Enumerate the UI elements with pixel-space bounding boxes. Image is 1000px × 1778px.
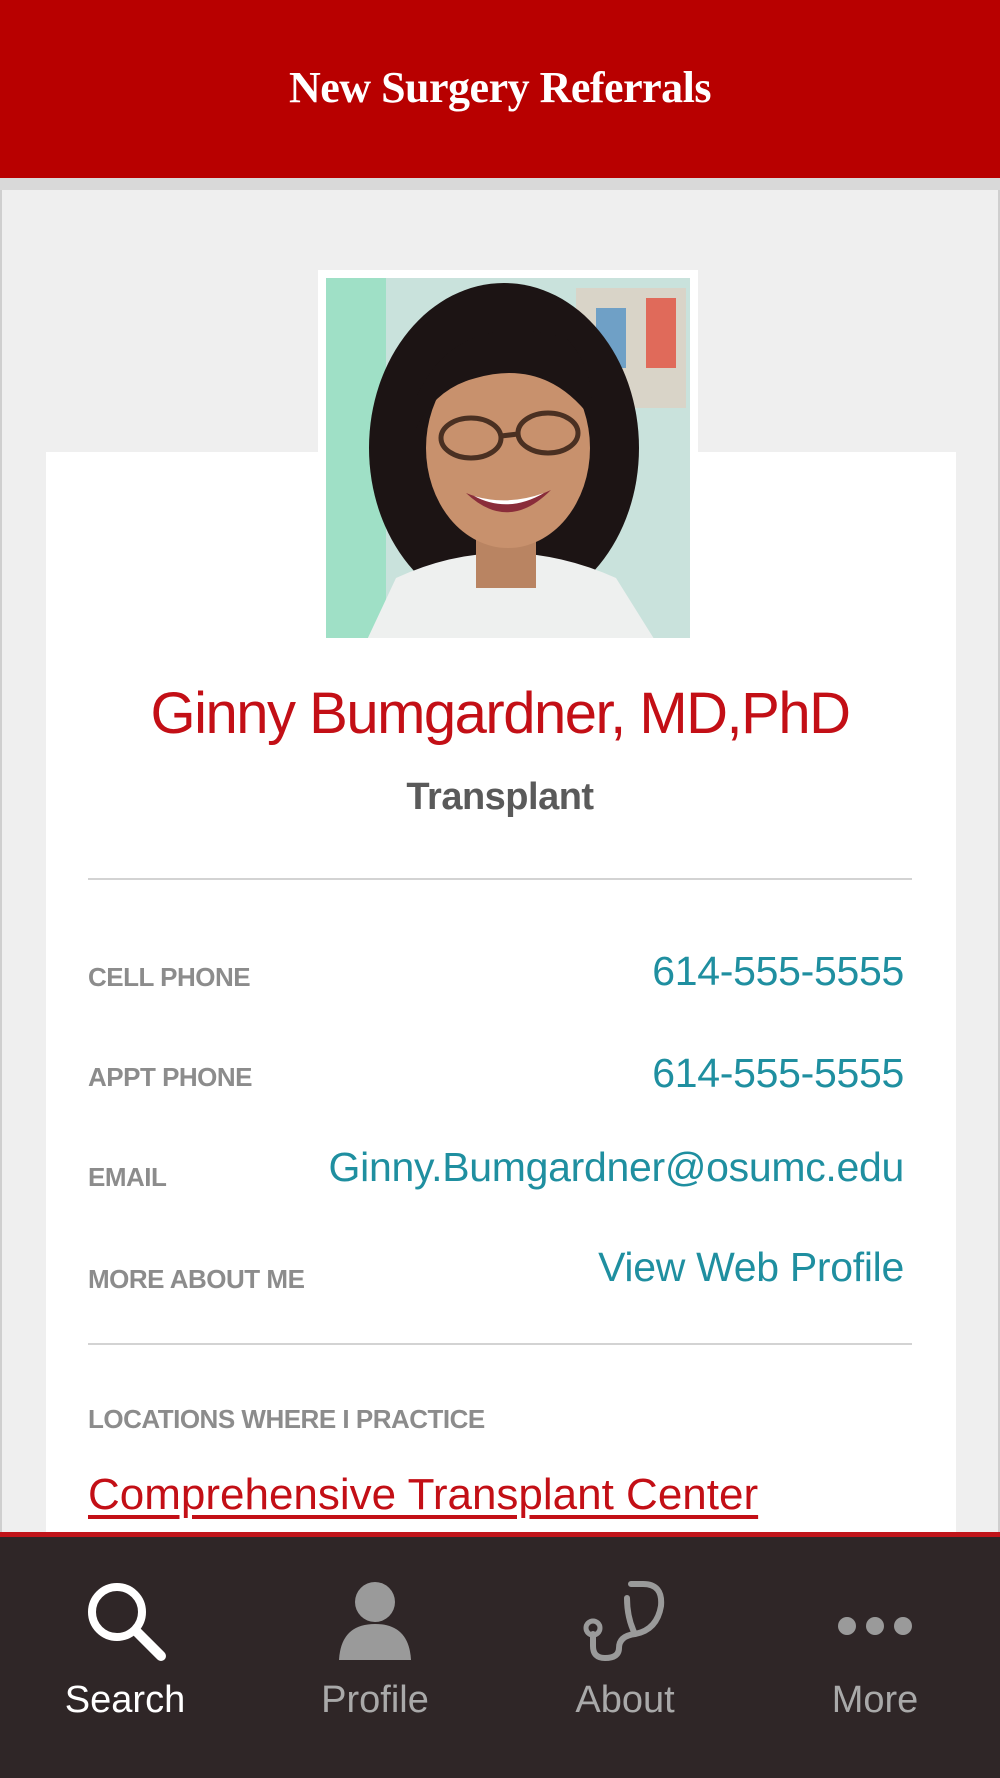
- doctor-specialty: Transplant: [406, 776, 594, 818]
- cell-phone-label: CELL PHONE: [88, 962, 251, 992]
- email-link[interactable]: Ginny.Bumgardner@osumc.edu: [329, 1144, 905, 1191]
- tab-profile[interactable]: Profile: [250, 1537, 500, 1778]
- email-label: EMAIL: [88, 1162, 167, 1192]
- appt-phone-label: APPT PHONE: [88, 1062, 253, 1092]
- doctor-photo-frame: [318, 270, 698, 646]
- tab-about[interactable]: About: [500, 1537, 750, 1778]
- person-icon: [330, 1575, 420, 1665]
- tab-more-label: More: [831, 1679, 919, 1721]
- tab-profile-label: Profile: [321, 1679, 429, 1721]
- tab-about-label: About: [575, 1679, 675, 1721]
- location-link[interactable]: Comprehensive Transplant Center: [88, 1470, 758, 1520]
- doctor-photo: [326, 278, 690, 638]
- header-divider: [0, 178, 1000, 190]
- more-about-me-label: MORE ABOUT ME: [88, 1264, 305, 1294]
- tab-search-label: Search: [64, 1679, 186, 1721]
- page-title: New Surgery Referrals: [288, 62, 712, 112]
- doctor-name: Ginny Bumgardner, MD,PhD: [150, 681, 851, 746]
- app-header: New Surgery Referrals: [0, 0, 1000, 178]
- section-divider: [88, 1343, 912, 1345]
- cell-phone-link[interactable]: 614-555-5555: [652, 948, 904, 995]
- locations-label: LOCATIONS WHERE I PRACTICE: [88, 1404, 485, 1434]
- more-dots-icon: [830, 1575, 920, 1665]
- bottom-tab-bar: Search Profile About More: [0, 1532, 1000, 1778]
- search-icon: [80, 1575, 170, 1665]
- tab-more[interactable]: More: [750, 1537, 1000, 1778]
- view-web-profile-link[interactable]: View Web Profile: [598, 1244, 904, 1291]
- section-divider: [88, 878, 912, 880]
- doctor-portrait-image: [326, 278, 690, 638]
- tab-search[interactable]: Search: [0, 1537, 250, 1778]
- appt-phone-link[interactable]: 614-555-5555: [652, 1050, 904, 1097]
- stethoscope-icon: [580, 1575, 670, 1665]
